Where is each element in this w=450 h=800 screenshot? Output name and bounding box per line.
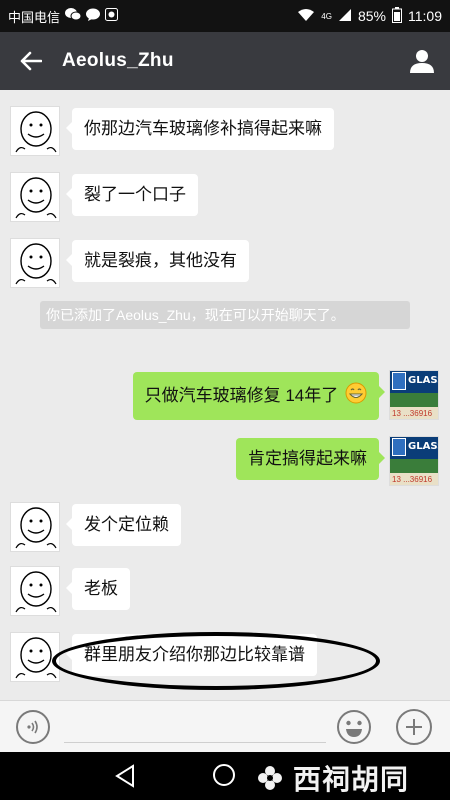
outgoing-message-bubble[interactable]: 只做汽车玻璃修复 14年了 <box>132 372 386 420</box>
voice-wave-icon <box>27 720 38 734</box>
battery-percent: 85% <box>357 8 386 24</box>
contact-avatar[interactable] <box>10 566 60 616</box>
highlight-ellipse-annotation <box>52 632 380 690</box>
message-input-bar <box>0 700 450 752</box>
smiley-face-avatar-icon <box>11 239 59 287</box>
watermark-text: 西祠胡同 <box>293 763 410 796</box>
status-bar: 中国电信 4G 85% 11:09 <box>0 0 450 32</box>
contact-avatar[interactable] <box>10 502 60 552</box>
chat-header: Aeolus_Zhu <box>0 32 450 90</box>
system-nav-bar: 西祠胡同 <box>0 752 450 800</box>
contact-avatar[interactable] <box>10 238 60 288</box>
contact-avatar[interactable] <box>10 172 60 222</box>
flower-logo-icon <box>258 766 282 790</box>
message-text-input[interactable] <box>64 713 326 743</box>
system-notice: 你已添加了Aeolus_Zhu，现在可以开始聊天了。 <box>40 301 410 329</box>
chat-title: Aeolus_Zhu <box>62 50 174 71</box>
watermark-logo: 西祠胡同 <box>255 758 409 798</box>
nav-back-icon[interactable] <box>114 764 136 788</box>
voice-input-button[interactable] <box>16 710 50 744</box>
grinning-emoji-icon <box>345 382 367 410</box>
smiley-face-avatar-icon <box>11 567 59 615</box>
chat-info-button[interactable] <box>394 32 450 90</box>
my-avatar[interactable]: GLASS 13 ...36916 <box>389 370 439 420</box>
carrier-label: 中国电信 <box>8 9 61 25</box>
back-arrow-icon <box>20 51 42 71</box>
glass-logo-avatar: GLASS 13 ...36916 <box>390 437 438 485</box>
chat-message-list[interactable]: 你那边汽车玻璃修补搞得起来嘛 裂了一个口子 就是裂痕，其他没有 你已添加了Aeo… <box>0 90 450 700</box>
incoming-message-bubble[interactable]: 老板 <box>66 568 130 610</box>
my-avatar[interactable]: GLASS 13 ...36916 <box>389 436 439 486</box>
nav-home-button[interactable] <box>213 764 235 786</box>
more-actions-button[interactable] <box>396 709 432 745</box>
contact-avatar[interactable] <box>10 106 60 156</box>
signal-strength-icon <box>338 8 352 25</box>
outgoing-message-text: 只做汽车玻璃修复 14年了 <box>144 386 339 405</box>
smiley-face-avatar-icon <box>11 107 59 155</box>
network-type-label: 4G <box>321 11 332 21</box>
smiley-face-avatar-icon <box>11 173 59 221</box>
incoming-message-bubble[interactable]: 发个定位赖 <box>66 504 181 546</box>
wifi-icon <box>297 8 315 25</box>
outgoing-message-bubble[interactable]: 肯定搞得起来嘛 <box>236 438 385 480</box>
wechat-notification-icon <box>65 8 82 24</box>
smiley-icon <box>337 710 371 744</box>
battery-icon <box>392 6 402 26</box>
back-button[interactable] <box>0 32 62 90</box>
person-icon <box>410 50 434 73</box>
message-notification-icon <box>86 8 101 24</box>
incoming-message-bubble[interactable]: 裂了一个口子 <box>66 174 198 216</box>
incoming-message-bubble[interactable]: 你那边汽车玻璃修补搞得起来嘛 <box>66 108 334 150</box>
emoji-button[interactable] <box>336 709 372 745</box>
incoming-message-bubble[interactable]: 就是裂痕，其他没有 <box>66 240 249 282</box>
glass-logo-avatar: GLASS 13 ...36916 <box>390 371 438 419</box>
smiley-face-avatar-icon <box>11 503 59 551</box>
clock: 11:09 <box>408 8 442 24</box>
app-notification-icon <box>105 8 119 24</box>
